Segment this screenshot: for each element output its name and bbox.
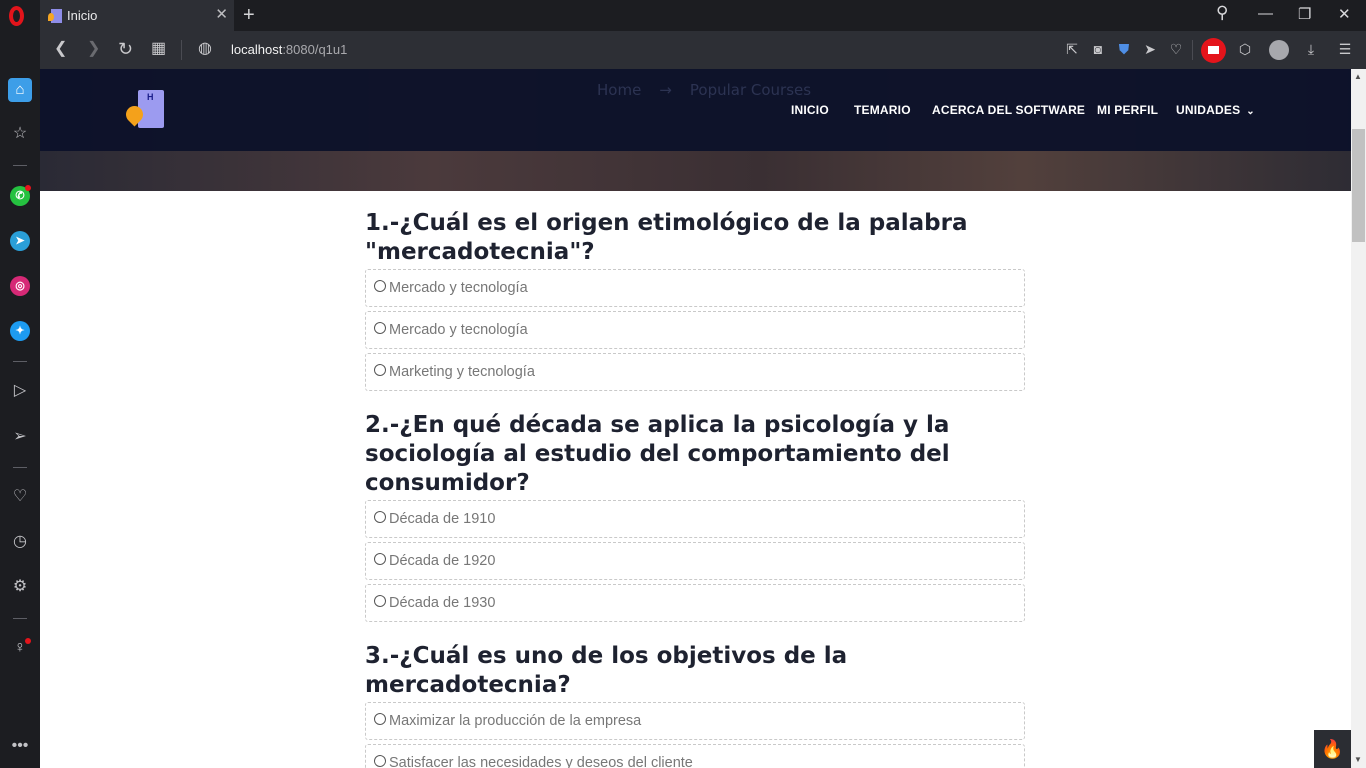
cube-extension-icon[interactable]: ⬡ — [1237, 41, 1253, 57]
radio-button[interactable] — [374, 322, 386, 334]
instagram-icon[interactable]: ◎ — [10, 276, 30, 296]
answer-option[interactable]: Década de 1910 — [365, 500, 1025, 538]
question-block: 1.-¿Cuál es el origen etimológico de la … — [365, 209, 1025, 391]
send-icon[interactable]: ➤ — [1142, 41, 1158, 57]
question-title: 3.-¿Cuál es uno de los objetivos de la m… — [365, 643, 848, 698]
opera-logo-icon[interactable] — [9, 6, 24, 26]
telegram-icon[interactable]: ➤ — [10, 231, 30, 251]
radio-button[interactable] — [374, 364, 386, 376]
nav-unidades-label: UNIDADES — [1176, 103, 1241, 117]
site-info-icon[interactable]: ◍ — [198, 39, 212, 59]
tab-bar: Inicio ✕ + ⚲ — ❐ ✕ — [0, 0, 1366, 31]
url-path: :8080/q1u1 — [282, 42, 348, 57]
option-label: Mercado y tecnología — [389, 280, 528, 296]
option-label: Década de 1920 — [389, 553, 496, 569]
option-label: Década de 1910 — [389, 511, 496, 527]
chevron-down-icon: ⌄ — [1246, 106, 1255, 117]
radio-button[interactable] — [374, 595, 386, 607]
radio-button[interactable] — [374, 755, 386, 767]
player-icon[interactable]: ▷ — [10, 381, 30, 401]
more-dots-icon[interactable]: ••• — [10, 736, 30, 756]
nav-perfil[interactable]: MI PERFIL — [1097, 103, 1158, 117]
minimize-button[interactable]: — — [1258, 5, 1273, 22]
web-page: Home → Popular Courses INICIO TEMARIO ACER… — [40, 69, 1351, 768]
easy-setup-icon[interactable]: ☰ — [1337, 41, 1353, 57]
breadcrumb-arrow-icon: → — [659, 81, 672, 99]
url-host: localhost — [231, 42, 283, 57]
profile-avatar-icon[interactable] — [1269, 40, 1289, 60]
option-label: Mercado y tecnología — [389, 322, 528, 338]
answer-option[interactable]: Mercado y tecnología — [365, 311, 1025, 349]
downloads-icon[interactable]: ⤓ — [1303, 41, 1319, 57]
tab-close-icon[interactable]: ✕ — [215, 7, 228, 23]
snapshot-icon[interactable]: ◙ — [1090, 41, 1106, 57]
page-scrollbar[interactable]: ▲ ▼ — [1351, 69, 1366, 768]
answer-option[interactable]: Década de 1930 — [365, 584, 1025, 622]
question-block: 3.-¿Cuál es uno de los objetivos de la m… — [365, 642, 1025, 768]
bookmark-heart-icon[interactable]: ♡ — [1168, 41, 1184, 57]
history-clock-icon[interactable]: ◷ — [10, 532, 30, 552]
nav-acerca[interactable]: ACERCA DEL SOFTWARE — [932, 103, 1085, 117]
bookmarks-star-icon[interactable]: ☆ — [10, 124, 30, 144]
radio-button[interactable] — [374, 280, 386, 292]
nav-inicio[interactable]: INICIO — [791, 103, 829, 117]
site-header: Home → Popular Courses INICIO TEMARIO ACER… — [40, 69, 1351, 151]
search-tabs-icon[interactable]: ⚲ — [1216, 3, 1228, 23]
option-label: Maximizar la producción de la empresa — [389, 713, 642, 729]
question-title: 1.-¿Cuál es el origen etimológico de la … — [365, 210, 968, 265]
tab-inicio[interactable]: Inicio ✕ — [40, 0, 234, 31]
twitter-icon[interactable]: ✦ — [10, 321, 30, 341]
site-logo[interactable] — [122, 90, 168, 130]
url-field[interactable]: localhost:8080/q1u1 — [231, 42, 347, 57]
forward-button[interactable]: ❯ — [87, 39, 100, 59]
question-block: 2.-¿En qué década se aplica la psicologí… — [365, 411, 1025, 622]
breadcrumb: Home → Popular Courses — [597, 81, 829, 99]
speed-dial-home-icon[interactable]: ⌂ — [8, 78, 32, 102]
breadcrumb-home[interactable]: Home — [597, 81, 641, 99]
option-label: Satisfacer las necesidades y deseos del … — [389, 755, 693, 768]
close-window-button[interactable]: ✕ — [1338, 5, 1351, 23]
address-bar: ❮ ❯ ↻ ▦ ◍ localhost:8080/q1u1 ⇱ ◙ ⛊ ➤ ♡ … — [40, 31, 1366, 69]
site-favicon-icon — [48, 8, 62, 23]
radio-button[interactable] — [374, 511, 386, 523]
vpn-shield-icon[interactable]: ⛊ — [1116, 41, 1132, 57]
question-title: 2.-¿En qué década se aplica la psicologí… — [365, 412, 950, 496]
send-flow-icon[interactable]: ➢ — [10, 427, 30, 447]
tab-grid-button[interactable]: ▦ — [151, 39, 166, 59]
answer-option[interactable]: Satisfacer las necesidades y deseos del … — [365, 744, 1025, 768]
answer-option[interactable]: Década de 1920 — [365, 542, 1025, 580]
share-icon[interactable]: ⇱ — [1064, 41, 1080, 57]
favorites-heart-icon[interactable]: ♡ — [10, 487, 30, 507]
breadcrumb-current: Popular Courses — [689, 81, 812, 99]
option-label: Marketing y tecnología — [389, 364, 535, 380]
scroll-up-arrow-icon[interactable]: ▲ — [1354, 72, 1362, 81]
tab-title: Inicio — [67, 8, 98, 23]
extension-icon[interactable] — [1201, 38, 1226, 63]
radio-button[interactable] — [374, 713, 386, 725]
scroll-down-arrow-icon[interactable]: ▼ — [1354, 755, 1362, 764]
quiz-form: 1.-¿Cuál es el origen etimológico de la … — [365, 209, 1025, 768]
browser-window: Inicio ✕ + ⚲ — ❐ ✕ ❮ ❯ ↻ ▦ ◍ localhost:8… — [0, 0, 1366, 768]
fire-icon[interactable]: 🔥 — [1314, 730, 1351, 768]
scrollbar-thumb[interactable] — [1352, 129, 1365, 242]
settings-gear-icon[interactable]: ⚙ — [10, 577, 30, 597]
restore-button[interactable]: ❐ — [1298, 5, 1311, 23]
reload-button[interactable]: ↻ — [118, 39, 133, 59]
new-tab-button[interactable]: + — [243, 4, 255, 26]
answer-option[interactable]: Marketing y tecnología — [365, 353, 1025, 391]
nav-temario[interactable]: TEMARIO — [854, 103, 911, 117]
opera-sidebar: ⌂ ☆ ✆ ➤ ◎ ✦ ▷ ➢ ♡ ◷ ⚙ ♀ ••• — [0, 31, 40, 768]
nav-unidades[interactable]: UNIDADES ⌄ — [1176, 103, 1255, 117]
answer-option[interactable]: Mercado y tecnología — [365, 269, 1025, 307]
answer-option[interactable]: Maximizar la producción de la empresa — [365, 702, 1025, 740]
option-label: Década de 1930 — [389, 595, 496, 611]
back-button[interactable]: ❮ — [54, 39, 67, 59]
radio-button[interactable] — [374, 553, 386, 565]
